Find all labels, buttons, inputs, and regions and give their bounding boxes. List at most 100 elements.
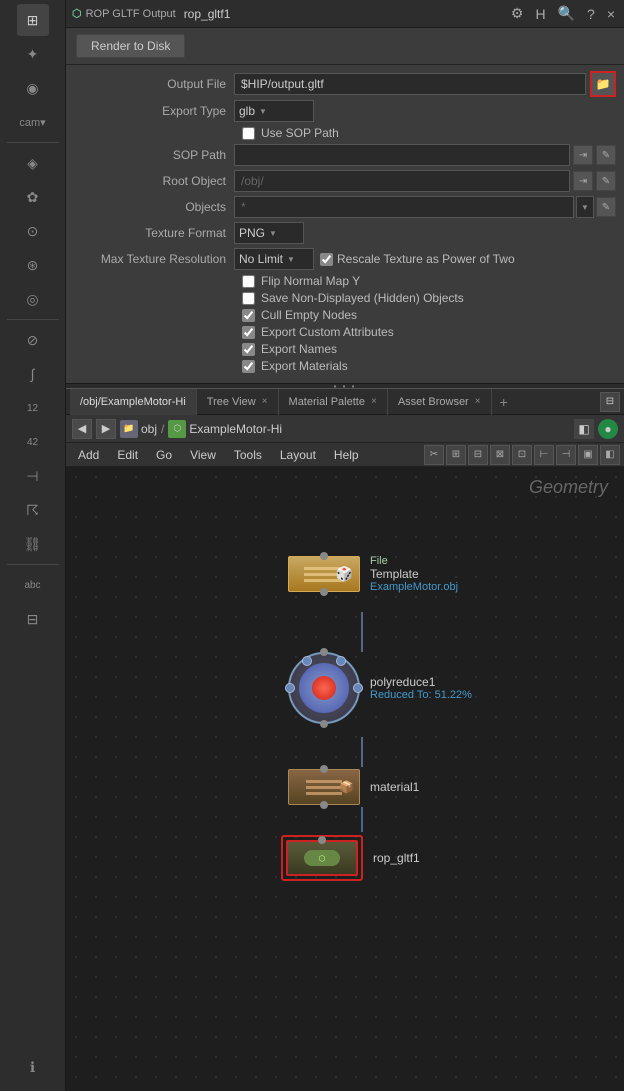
left-icon-info[interactable]: ℹ bbox=[17, 1051, 49, 1083]
objects-dropdown-btn[interactable]: ▼ bbox=[576, 196, 594, 218]
left-icon-geo[interactable]: ✿ bbox=[17, 181, 49, 213]
menu-icon-5[interactable]: ⊡ bbox=[512, 445, 532, 465]
settings-icon[interactable]: ⚙ bbox=[508, 3, 527, 24]
tab-asset-browser[interactable]: Asset Browser × bbox=[388, 389, 492, 415]
sop-path-edit-btn[interactable]: ✎ bbox=[596, 145, 616, 165]
path-obj[interactable]: 📁 obj bbox=[120, 420, 157, 438]
file-node-input[interactable] bbox=[320, 552, 328, 560]
file-node-link[interactable]: ExampleMotor.obj bbox=[370, 581, 458, 593]
left-icon-add[interactable]: cam▾ bbox=[17, 106, 49, 138]
use-sop-path-checkbox[interactable] bbox=[242, 127, 255, 140]
material-input[interactable] bbox=[320, 765, 328, 773]
sop-path-input[interactable] bbox=[234, 144, 570, 166]
left-icon-star[interactable]: ✦ bbox=[17, 38, 49, 70]
menu-tools[interactable]: Tools bbox=[226, 446, 270, 464]
path-sub[interactable]: ⬡ ExampleMotor-Hi bbox=[168, 420, 282, 438]
left-icon-lasso[interactable]: ⊣ bbox=[17, 460, 49, 492]
output-file-input[interactable] bbox=[234, 73, 586, 95]
menu-icon-7[interactable]: ⊣ bbox=[556, 445, 576, 465]
nav-back-button[interactable]: ◀ bbox=[72, 419, 92, 439]
menu-icon-2[interactable]: ⊞ bbox=[446, 445, 466, 465]
tab-asset-browser-close[interactable]: × bbox=[475, 396, 481, 407]
export-names-checkbox[interactable] bbox=[242, 343, 255, 356]
left-icon-trail[interactable]: ☈ bbox=[17, 494, 49, 526]
material-output[interactable] bbox=[320, 801, 328, 809]
file-node-box[interactable]: 🎲 bbox=[288, 556, 360, 592]
tab-tree-view-close[interactable]: × bbox=[262, 396, 268, 407]
root-jump-btn[interactable]: ⇥ bbox=[573, 171, 593, 191]
left-icon-img[interactable]: ⊟ bbox=[17, 603, 49, 635]
sop-path-jump-btn[interactable]: ⇥ bbox=[573, 145, 593, 165]
cull-empty-label[interactable]: Cull Empty Nodes bbox=[261, 308, 357, 322]
export-materials-checkbox[interactable] bbox=[242, 360, 255, 373]
export-type-dropdown[interactable]: glb ▼ bbox=[234, 100, 314, 122]
close-icon[interactable]: × bbox=[604, 4, 618, 24]
tab-material-palette[interactable]: Material Palette × bbox=[279, 389, 388, 415]
rop-gltf-node[interactable]: ⬡ bbox=[286, 840, 358, 876]
file-template-node[interactable]: 🎲 bbox=[288, 556, 360, 592]
left-icon-particles[interactable]: ◎ bbox=[17, 283, 49, 315]
snap-button[interactable]: ◧ bbox=[574, 419, 594, 439]
export-materials-label[interactable]: Export Materials bbox=[261, 359, 348, 373]
export-custom-checkbox[interactable] bbox=[242, 326, 255, 339]
material-node-box[interactable]: 📦 bbox=[288, 769, 360, 805]
tab-view-options-btn[interactable]: ⊟ bbox=[600, 392, 620, 412]
flip-normal-label[interactable]: Flip Normal Map Y bbox=[261, 274, 360, 288]
menu-icon-6[interactable]: ⊢ bbox=[534, 445, 554, 465]
render-to-disk-button[interactable]: Render to Disk bbox=[76, 34, 185, 58]
polyreduce-input[interactable] bbox=[320, 648, 328, 656]
polyreduce-output[interactable] bbox=[320, 720, 328, 728]
search-icon[interactable]: 🔍 bbox=[555, 3, 578, 24]
rescale-checkbox[interactable] bbox=[320, 253, 333, 266]
left-icon-eye[interactable]: ◈ bbox=[17, 147, 49, 179]
left-icon-cam[interactable]: ◉ bbox=[17, 72, 49, 104]
material-node[interactable]: 📦 bbox=[288, 769, 360, 805]
left-icon-render[interactable]: ⊛ bbox=[17, 249, 49, 281]
left-icon-42[interactable]: 42 bbox=[17, 426, 49, 458]
menu-icon-1[interactable]: ✂ bbox=[424, 445, 444, 465]
tab-example-motor[interactable]: /obj/ExampleMotor-Hi bbox=[70, 389, 197, 415]
rop-gltf-input[interactable] bbox=[318, 836, 326, 844]
menu-add[interactable]: Add bbox=[70, 446, 107, 464]
rop-gltf-node-box[interactable]: ⬡ bbox=[286, 840, 358, 876]
tab-add-button[interactable]: + bbox=[492, 394, 516, 410]
left-icon-12[interactable]: 12 bbox=[17, 392, 49, 424]
menu-layout[interactable]: Layout bbox=[272, 446, 324, 464]
question-icon[interactable]: ? bbox=[584, 4, 598, 24]
left-icon-abc[interactable]: abc bbox=[17, 569, 49, 601]
polyreduce-node-box[interactable] bbox=[288, 652, 360, 724]
export-custom-label[interactable]: Export Custom Attributes bbox=[261, 325, 394, 339]
rescale-label[interactable]: Rescale Texture as Power of Two bbox=[337, 252, 515, 266]
left-icon-bone[interactable]: ⊘ bbox=[17, 324, 49, 356]
left-icon-chain[interactable]: ⛓ bbox=[17, 528, 49, 560]
nav-forward-button[interactable]: ▶ bbox=[96, 419, 116, 439]
menu-icon-4[interactable]: ⊠ bbox=[490, 445, 510, 465]
texture-format-dropdown[interactable]: PNG ▼ bbox=[234, 222, 304, 244]
menu-edit[interactable]: Edit bbox=[109, 446, 146, 464]
tab-material-palette-close[interactable]: × bbox=[371, 396, 377, 407]
menu-icon-3[interactable]: ⊟ bbox=[468, 445, 488, 465]
save-non-displayed-checkbox[interactable] bbox=[242, 292, 255, 305]
h-icon[interactable]: H bbox=[532, 4, 548, 24]
menu-icon-8[interactable]: ▣ bbox=[578, 445, 598, 465]
menu-view[interactable]: View bbox=[182, 446, 224, 464]
node-canvas[interactable]: Geometry bbox=[66, 467, 624, 1091]
left-icon-spline[interactable]: ∫ bbox=[17, 358, 49, 390]
export-names-label[interactable]: Export Names bbox=[261, 342, 337, 356]
browse-file-button[interactable]: 📁 bbox=[590, 71, 616, 97]
polyreduce-node[interactable] bbox=[288, 652, 360, 724]
root-edit-btn[interactable]: ✎ bbox=[596, 171, 616, 191]
go-button[interactable]: ● bbox=[598, 419, 618, 439]
file-node-output[interactable] bbox=[320, 588, 328, 596]
menu-go[interactable]: Go bbox=[148, 446, 180, 464]
save-non-displayed-label[interactable]: Save Non-Displayed (Hidden) Objects bbox=[261, 291, 464, 305]
max-texture-dropdown[interactable]: No Limit ▼ bbox=[234, 248, 314, 270]
menu-icon-9[interactable]: ◧ bbox=[600, 445, 620, 465]
use-sop-path-label[interactable]: Use SOP Path bbox=[261, 126, 339, 140]
left-icon-light[interactable]: ⊙ bbox=[17, 215, 49, 247]
root-object-input[interactable] bbox=[234, 170, 570, 192]
cull-empty-checkbox[interactable] bbox=[242, 309, 255, 322]
objects-input[interactable] bbox=[234, 196, 574, 218]
left-icon-grid[interactable]: ⊞ bbox=[17, 4, 49, 36]
flip-normal-checkbox[interactable] bbox=[242, 275, 255, 288]
